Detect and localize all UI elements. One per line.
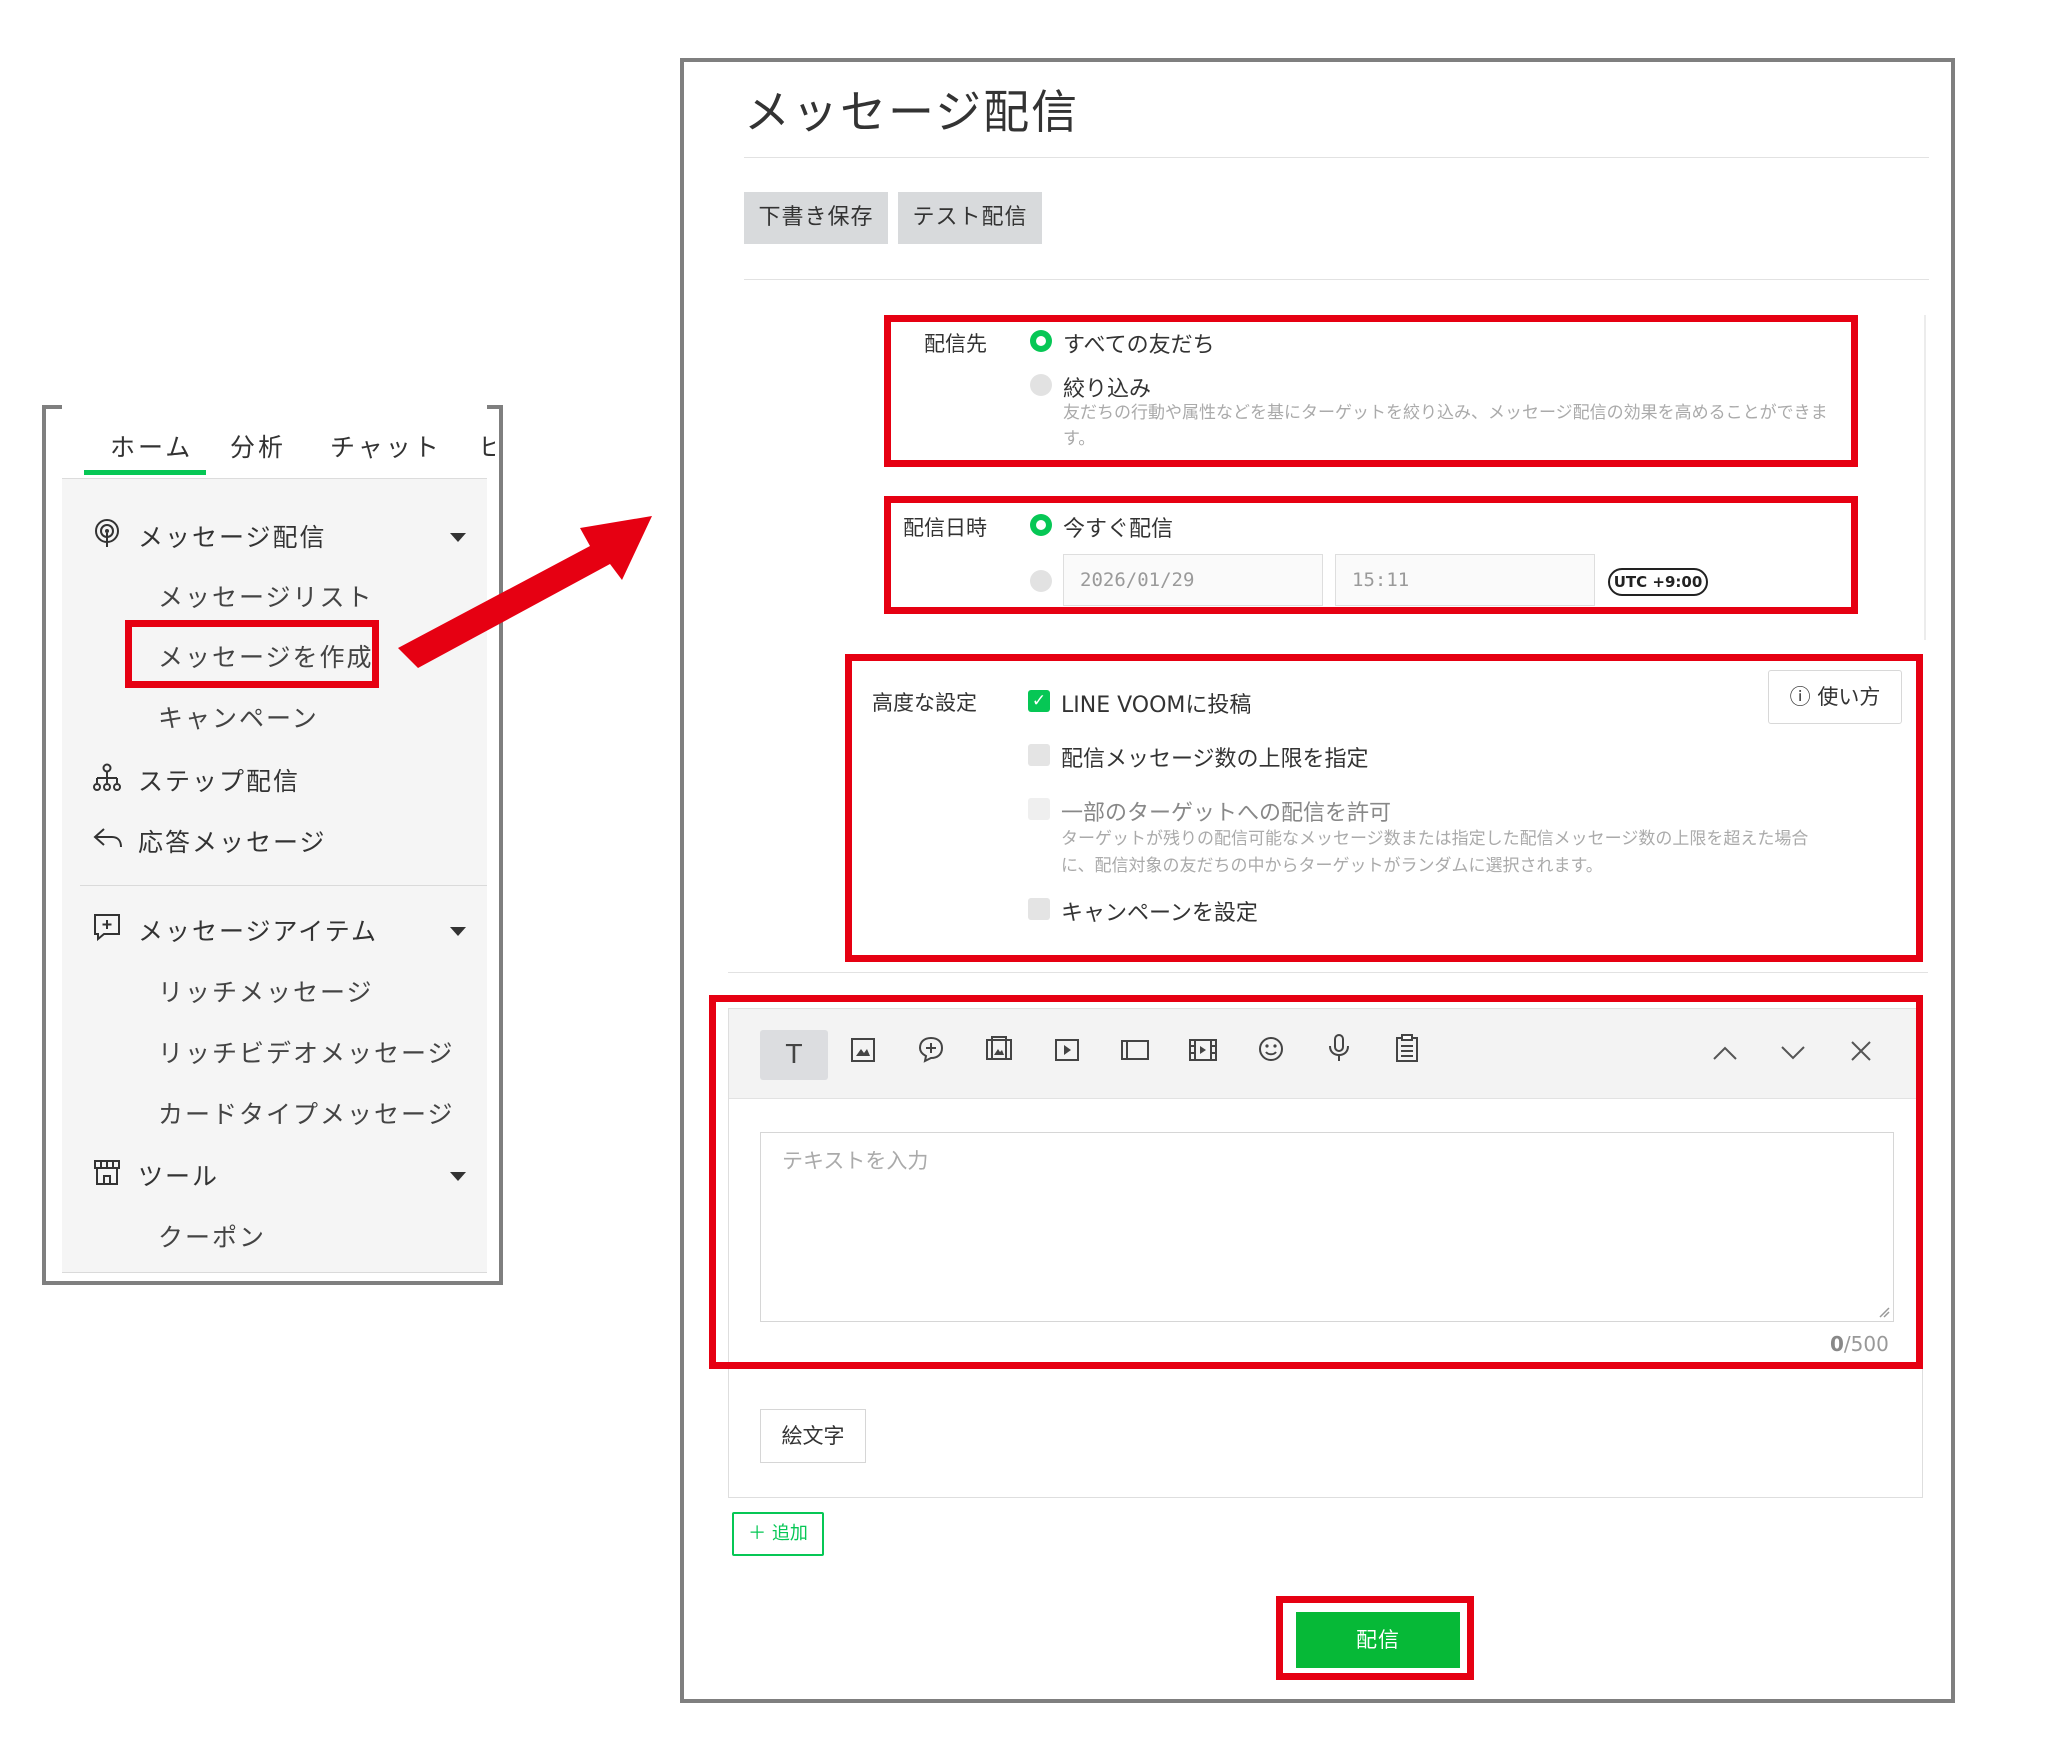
pointer-arrow xyxy=(398,516,652,668)
shop-icon xyxy=(92,1157,122,1193)
nav-step-delivery[interactable]: ステップ配信 xyxy=(138,762,300,798)
tab-home[interactable]: ホーム xyxy=(110,428,193,464)
nav-message-items[interactable]: メッセージアイテム xyxy=(138,912,378,948)
broadcast-icon xyxy=(92,518,122,554)
sidebar-bottom-divider xyxy=(62,1272,487,1273)
tabs-divider xyxy=(62,478,487,479)
highlight-advanced xyxy=(845,654,1923,962)
nav-auto-reply[interactable]: 応答メッセージ xyxy=(138,823,327,859)
highlight-recipients xyxy=(884,315,1858,467)
active-tab-indicator xyxy=(84,470,206,475)
highlight-create-message xyxy=(125,620,379,688)
flow-icon xyxy=(92,762,122,798)
sidebar-divider xyxy=(80,885,487,886)
nav-coupon[interactable]: クーポン xyxy=(158,1218,266,1254)
tab-analysis[interactable]: 分析 xyxy=(230,428,286,464)
tab-chat[interactable]: チャット xyxy=(330,428,442,464)
toolbar-divider xyxy=(744,279,1929,280)
chevron-down-icon[interactable] xyxy=(450,1172,466,1181)
page-title: メッセージ配信 xyxy=(744,85,1080,139)
scroll-track xyxy=(1924,315,1926,640)
nav-tools[interactable]: ツール xyxy=(138,1157,219,1193)
chevron-down-icon[interactable] xyxy=(450,927,466,936)
reply-icon xyxy=(92,823,124,859)
nav-rich-video-message[interactable]: リッチビデオメッセージ xyxy=(158,1034,455,1070)
add-button[interactable]: ＋ 追加 xyxy=(732,1512,824,1556)
save-draft-button[interactable]: 下書き保存 xyxy=(744,192,888,244)
highlight-editor xyxy=(709,995,1923,1369)
add-message-icon xyxy=(92,912,122,948)
title-divider xyxy=(744,157,1929,158)
nav-message-list[interactable]: メッセージリスト xyxy=(158,578,374,614)
test-send-button[interactable]: テスト配信 xyxy=(898,192,1042,244)
nav-rich-message[interactable]: リッチメッセージ xyxy=(158,973,374,1009)
tab-truncated[interactable]: ヒ xyxy=(478,428,495,464)
nav-message-delivery[interactable]: メッセージ配信 xyxy=(138,518,327,554)
nav-campaign[interactable]: キャンペーン xyxy=(158,699,319,735)
emoji-button[interactable]: 絵文字 xyxy=(760,1409,866,1463)
nav-card-message[interactable]: カードタイプメッセージ xyxy=(158,1095,455,1131)
highlight-schedule xyxy=(884,496,1858,614)
section-divider xyxy=(728,972,1928,973)
highlight-send xyxy=(1276,1596,1474,1680)
